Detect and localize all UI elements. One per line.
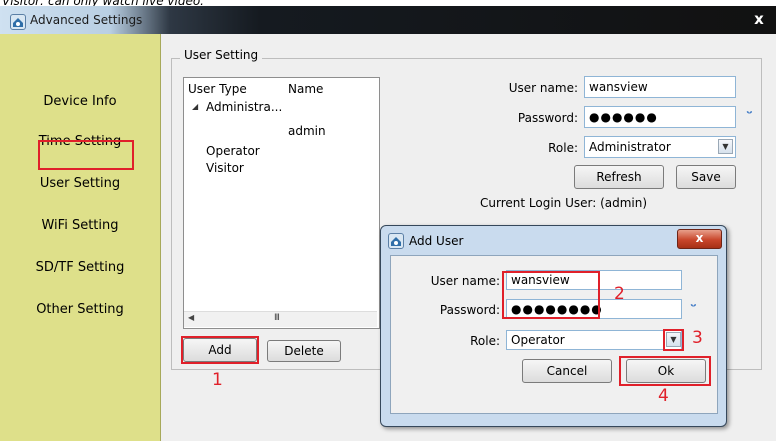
- dialog-role-label: Role:: [470, 334, 500, 348]
- window-title: Advanced Settings: [30, 13, 143, 27]
- show-password-icon[interactable]: ᵕ: [746, 106, 753, 122]
- sidebar-item-other-setting[interactable]: Other Setting: [0, 302, 160, 317]
- sidebar-item-sd-tf-setting[interactable]: SD/TF Setting: [0, 260, 160, 275]
- annotation-1: 1: [212, 370, 223, 390]
- expand-arrow-icon[interactable]: ◢: [192, 102, 198, 111]
- annotation-3: 3: [692, 328, 703, 348]
- save-button[interactable]: Save: [676, 165, 736, 189]
- app-icon: [10, 14, 26, 30]
- scroll-thumb[interactable]: III: [274, 313, 280, 323]
- add-highlight-box: [181, 336, 259, 364]
- role-dropdown-highlight-box: [663, 329, 684, 351]
- annotation-2: 2: [614, 284, 625, 304]
- role-label: Role:: [548, 141, 578, 155]
- tree-row-type[interactable]: Operator: [206, 144, 260, 158]
- credentials-highlight-box: [502, 271, 600, 319]
- role-dropdown-icon[interactable]: ▼: [718, 139, 733, 154]
- username-label: User name:: [508, 81, 578, 95]
- delete-button[interactable]: Delete: [267, 340, 341, 362]
- sidebar-item-wifi-setting[interactable]: WiFi Setting: [0, 218, 160, 233]
- window-close-button[interactable]: x: [746, 8, 772, 30]
- ok-highlight-box: [619, 356, 711, 386]
- dialog-role-select[interactable]: Operator: [506, 330, 682, 350]
- sidebar-item-device-info[interactable]: Device Info: [0, 94, 160, 109]
- sidebar: Device Info Time Setting User Setting Wi…: [0, 34, 161, 441]
- password-field[interactable]: ●●●●●●: [584, 106, 736, 128]
- dialog-password-label: Password:: [439, 303, 500, 317]
- role-select[interactable]: Administrator: [584, 136, 736, 158]
- annotation-4: 4: [658, 386, 669, 406]
- cancel-button[interactable]: Cancel: [522, 359, 612, 383]
- scroll-left-icon[interactable]: ◀: [188, 313, 194, 322]
- password-label: Password:: [517, 111, 578, 125]
- sidebar-item-user-setting[interactable]: User Setting: [0, 176, 160, 191]
- group-label: User Setting: [180, 48, 263, 62]
- dialog-title: Add User: [409, 234, 464, 248]
- column-header-name[interactable]: Name: [288, 82, 323, 96]
- tree-row-type[interactable]: Administra...: [206, 100, 282, 114]
- dialog-show-password-icon[interactable]: ᵕ: [690, 299, 697, 315]
- dialog-username-label: User name:: [430, 274, 500, 288]
- user-tree[interactable]: User Type Name ◢ Administra... admin Ope…: [183, 77, 380, 329]
- tree-row-name[interactable]: admin: [288, 124, 326, 138]
- username-field[interactable]: wansview: [584, 76, 736, 98]
- user-setting-highlight-box: [38, 140, 134, 170]
- tree-row-type[interactable]: Visitor: [206, 161, 244, 175]
- horizontal-scrollbar[interactable]: ◀ III: [184, 311, 377, 327]
- refresh-button[interactable]: Refresh: [574, 165, 664, 189]
- dialog-app-icon: [388, 233, 404, 249]
- current-login-user: Current Login User: (admin): [480, 196, 648, 210]
- dialog-close-button[interactable]: x: [677, 229, 722, 249]
- column-header-user-type[interactable]: User Type: [188, 82, 247, 96]
